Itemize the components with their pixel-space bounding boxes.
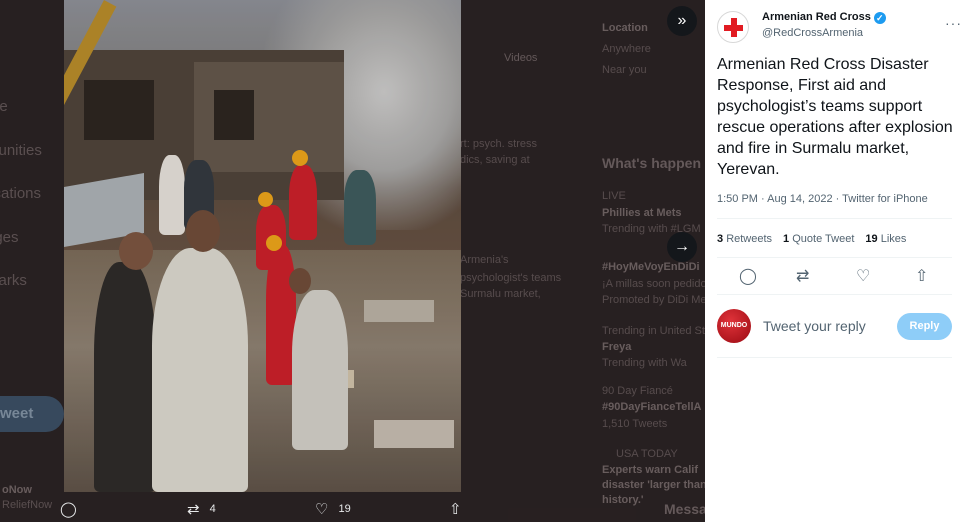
background-trend-2-promo: Promoted by DiDi Me	[602, 294, 705, 306]
background-live-label: LIVE	[602, 190, 626, 202]
likes-stat[interactable]: 19 Likes	[865, 233, 906, 245]
person-head	[186, 210, 220, 252]
person-figure	[344, 170, 376, 245]
person-figure	[152, 248, 248, 492]
background-profile-name: oNow	[2, 484, 32, 496]
building-opening	[84, 80, 154, 140]
tweet-action-row: ◯ ⇄ ♡ ⇧	[717, 266, 953, 288]
background-text-2: dics, saving at	[460, 154, 530, 166]
tweet-timestamp[interactable]: 1:50 PM · Aug 14, 2022 · Twitter for iPh…	[717, 193, 928, 205]
helmet	[258, 192, 273, 207]
background-whats-happening: What's happen	[602, 155, 701, 171]
media-share-button[interactable]: ⇧	[449, 500, 462, 518]
person-figure	[292, 290, 348, 450]
share-icon[interactable]: ⇧	[915, 266, 928, 286]
background-text-4: psychologist's teams	[460, 272, 562, 284]
background-text-1: rt: psych. stress	[460, 138, 538, 150]
background-trend-3: Freya	[602, 341, 632, 353]
tweet-detail-panel: Armenian Red Cross✓ @RedCrossArmenia ···…	[705, 0, 960, 522]
avatar: MUNDO	[717, 309, 751, 343]
reply-composer: MUNDO Tweet your reply Reply	[717, 307, 953, 347]
expand-icon[interactable]: »	[667, 6, 697, 36]
tweet-stats: 3 Retweets 1 Quote Tweet 19 Likes	[717, 233, 906, 245]
red-cross-logo-bar	[724, 25, 743, 31]
heart-icon: ♡	[315, 501, 329, 518]
verified-badge-icon: ✓	[873, 12, 886, 24]
person-head	[119, 232, 153, 270]
tweet-text: Armenian Red Cross Disaster Response, Fi…	[717, 56, 953, 178]
helmet	[266, 235, 282, 251]
background-trend-2-sub: ¡A millas soon pedido	[602, 278, 705, 290]
heart-icon[interactable]: ♡	[856, 266, 870, 286]
building-opening	[214, 90, 254, 140]
background-news-title-1: Experts warn Calif	[602, 464, 698, 476]
avatar[interactable]	[717, 11, 749, 43]
nav-item-messages: ages	[0, 229, 19, 246]
divider	[717, 294, 952, 295]
reply-icon[interactable]: ◯	[739, 266, 757, 286]
tweet-author-header: Armenian Red Cross✓ @RedCrossArmenia ···	[717, 9, 960, 45]
tweet-media-image[interactable]	[64, 0, 461, 492]
background-text-5: Surmalu market,	[460, 288, 541, 300]
background-news-source: USA TODAY	[616, 448, 678, 460]
background-news-title-2: disaster 'larger than	[602, 479, 705, 491]
person-figure	[159, 155, 185, 235]
more-options-icon[interactable]: ···	[945, 15, 960, 31]
author-name-row[interactable]: Armenian Red Cross ✓	[762, 11, 886, 24]
nav-item-notifications: fications	[0, 185, 42, 202]
media-retweet-count: 4	[209, 503, 216, 515]
media-like-button[interactable]: ♡ 19	[315, 500, 351, 518]
divider	[717, 218, 952, 219]
person-head	[289, 268, 311, 294]
background-trend-4: #90DayFianceTellA	[602, 401, 702, 413]
background-location-label: Location	[602, 22, 648, 34]
person-figure	[94, 262, 156, 492]
author-name[interactable]: Armenian Red Cross	[762, 11, 871, 23]
divider	[717, 357, 952, 358]
media-retweet-button[interactable]: ⇄ 4	[187, 500, 216, 518]
background-trend-3-category: Trending in United Sta	[602, 325, 705, 337]
retweets-stat[interactable]: 3 Retweets	[717, 233, 772, 245]
background-trend-1: Phillies at Mets	[602, 207, 682, 219]
quote-tweets-stat[interactable]: 1 Quote Tweet	[783, 233, 854, 245]
background-timeline: Videos rt: psych. stress dics, saving at…	[460, 0, 562, 522]
nav-item-more: ore	[0, 98, 8, 115]
background-location-anywhere: Anywhere	[602, 43, 651, 55]
retweet-icon[interactable]: ⇄	[796, 266, 809, 286]
divider	[717, 257, 952, 258]
background-trend-2: #HoyMeVoyEnDiDi	[602, 261, 700, 273]
background-location-near: Near you	[602, 64, 647, 76]
rescuer-figure	[289, 165, 317, 240]
debris-slab	[374, 420, 454, 448]
author-handle[interactable]: @RedCrossArmenia	[762, 27, 863, 39]
background-tweet-button: weet	[0, 396, 64, 432]
background-trend-4-sub: 1,510 Tweets	[602, 418, 668, 430]
reply-icon: ◯	[60, 501, 77, 518]
nav-item-bookmarks: marks	[0, 272, 27, 289]
media-reply-button[interactable]: ◯	[60, 500, 87, 518]
background-text-3: Armenia's	[460, 254, 509, 266]
background-trend-4-category: 90 Day Fiancé	[602, 385, 673, 397]
media-like-count: 19	[338, 503, 351, 515]
media-action-bar: ◯ ⇄ 4 ♡ 19 ⇧	[0, 496, 705, 522]
background-trend-3-sub: Trending with Wa	[602, 357, 687, 369]
debris-slab	[364, 300, 434, 322]
next-image-arrow-icon[interactable]: →	[667, 232, 697, 262]
background-videos-tab: Videos	[504, 52, 538, 64]
background-left-nav: e ore munities fications ages marks le e…	[0, 0, 64, 522]
helmet	[292, 150, 308, 166]
reply-button[interactable]: Reply	[897, 313, 952, 340]
share-icon: ⇧	[449, 501, 462, 518]
reply-input[interactable]: Tweet your reply	[763, 318, 866, 334]
retweet-icon: ⇄	[187, 501, 200, 518]
nav-item-communities: munities	[0, 142, 42, 159]
